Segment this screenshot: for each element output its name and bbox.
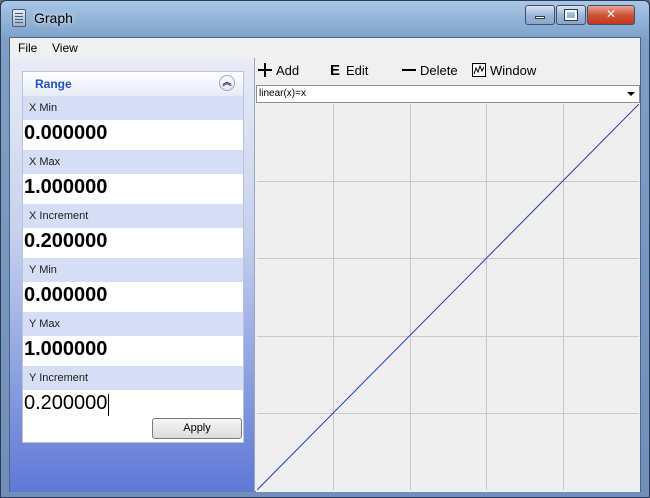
menu-view[interactable]: View bbox=[52, 41, 78, 55]
window-label: Window bbox=[490, 63, 537, 78]
window-title: Graph bbox=[34, 10, 73, 26]
collapse-chevron-icon[interactable]: ︽ bbox=[219, 75, 235, 91]
window-button[interactable]: Window bbox=[472, 62, 536, 80]
range-title: Range bbox=[35, 77, 72, 91]
x-min-label: X Min bbox=[23, 96, 243, 120]
maximize-icon bbox=[564, 9, 578, 21]
y-min-label: Y Min bbox=[23, 258, 243, 282]
dropdown-arrow-icon bbox=[627, 92, 635, 96]
menu-bar: File View bbox=[10, 38, 640, 58]
app-icon bbox=[12, 9, 26, 27]
x-max-label: X Max bbox=[23, 150, 243, 174]
function-select[interactable]: linear(x)=x bbox=[256, 85, 640, 103]
edit-label: Edit bbox=[346, 63, 369, 78]
client-area: File View Range ︽ X Min 0.000000 X Max 1… bbox=[9, 37, 641, 492]
y-max-input[interactable]: 1.000000 bbox=[23, 336, 243, 366]
menu-file[interactable]: File bbox=[18, 41, 37, 55]
x-max-input[interactable]: 1.000000 bbox=[23, 174, 243, 204]
minus-icon bbox=[402, 63, 416, 77]
graph-window: Graph ✕ File View Range ︽ X Min 0.000000… bbox=[0, 0, 650, 498]
edit-button[interactable]: E Edit bbox=[330, 62, 368, 80]
close-button[interactable]: ✕ bbox=[587, 5, 635, 25]
y-min-input[interactable]: 0.000000 bbox=[23, 282, 243, 312]
toolbar: Add E Edit Delete Window bbox=[256, 58, 640, 84]
right-panel: Add E Edit Delete Window linear(x)=x bbox=[256, 58, 640, 492]
add-button[interactable]: Add bbox=[258, 62, 299, 80]
delete-label: Delete bbox=[420, 63, 458, 78]
edit-icon: E bbox=[330, 62, 341, 79]
y-increment-label: Y Increment bbox=[23, 366, 243, 390]
x-increment-label: X Increment bbox=[23, 204, 243, 228]
y-increment-value: 0.200000 bbox=[24, 392, 108, 414]
x-increment-input[interactable]: 0.200000 bbox=[23, 228, 243, 258]
left-panel: Range ︽ X Min 0.000000 X Max 1.000000 X … bbox=[10, 58, 255, 492]
x-min-input[interactable]: 0.000000 bbox=[23, 120, 243, 150]
minimize-icon bbox=[535, 16, 545, 19]
apply-button[interactable]: Apply bbox=[152, 418, 242, 439]
plus-icon bbox=[258, 63, 272, 77]
range-header[interactable]: Range ︽ bbox=[23, 72, 243, 96]
maximize-button[interactable] bbox=[556, 5, 586, 25]
delete-button[interactable]: Delete bbox=[402, 62, 458, 80]
range-group: Range ︽ X Min 0.000000 X Max 1.000000 X … bbox=[22, 71, 244, 443]
plot-area[interactable] bbox=[257, 104, 639, 490]
window-graph-icon bbox=[472, 63, 486, 77]
function-select-value: linear(x)=x bbox=[259, 88, 306, 99]
title-bar[interactable]: Graph ✕ bbox=[1, 1, 649, 37]
close-icon: ✕ bbox=[605, 7, 617, 21]
add-label: Add bbox=[276, 63, 300, 78]
y-increment-input[interactable]: 0.200000 bbox=[23, 390, 243, 420]
y-max-label: Y Max bbox=[23, 312, 243, 336]
plot-svg bbox=[257, 104, 639, 490]
text-caret bbox=[108, 394, 110, 416]
minimize-button[interactable] bbox=[525, 5, 555, 25]
function-line bbox=[257, 104, 639, 490]
